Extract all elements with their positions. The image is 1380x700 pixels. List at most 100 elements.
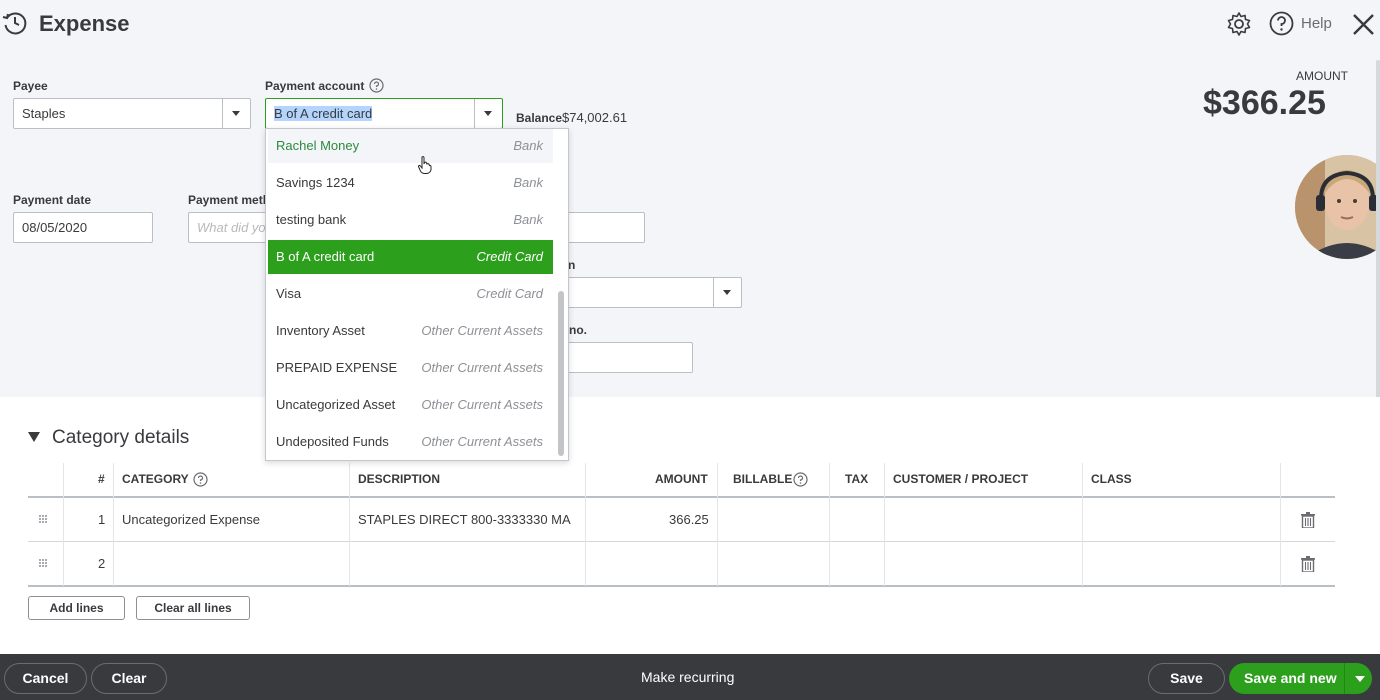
- option-name: Uncategorized Asset: [276, 397, 396, 412]
- column-header-num: #: [98, 472, 105, 486]
- payment-account-label: Payment account: [265, 79, 365, 93]
- column-header-category: CATEGORY: [122, 472, 189, 486]
- column-header-class: CLASS: [1091, 472, 1132, 486]
- page-scrollbar[interactable]: [1376, 60, 1380, 435]
- cancel-button[interactable]: Cancel: [4, 663, 87, 694]
- option-type: Credit Card: [476, 249, 543, 264]
- avatar: [1295, 155, 1380, 259]
- payment-date-value: 08/05/2020: [22, 220, 88, 235]
- option-type: Other Current Assets: [421, 360, 543, 375]
- column-divider: [829, 463, 830, 586]
- dropdown-option[interactable]: Inventory Asset Other Current Assets: [268, 314, 553, 348]
- column-divider: [63, 463, 64, 586]
- row-category[interactable]: Uncategorized Expense: [122, 512, 260, 527]
- drag-handle-icon[interactable]: [38, 558, 48, 568]
- option-type: Bank: [513, 175, 543, 190]
- location-field[interactable]: [545, 277, 742, 308]
- save-and-new-button[interactable]: Save and new: [1229, 663, 1372, 694]
- clear-button[interactable]: Clear: [91, 663, 167, 694]
- payment-account-dropdown-toggle[interactable]: [474, 99, 502, 128]
- save-button[interactable]: Save: [1148, 663, 1225, 694]
- dropdown-option[interactable]: Rachel Money Bank: [268, 129, 553, 163]
- balance-value: $74,002.61: [562, 110, 628, 125]
- column-divider: [717, 463, 718, 586]
- help-icon[interactable]: [193, 472, 208, 487]
- presenter-webcam-image: [1295, 155, 1380, 259]
- payment-account-dropdown-list: Rachel Money Bank Savings 1234 Bank test…: [265, 128, 569, 461]
- amount-label: AMOUNT: [1296, 69, 1348, 83]
- location-dropdown-toggle[interactable]: [713, 278, 741, 307]
- option-name: Inventory Asset: [276, 323, 365, 338]
- dropdown-option[interactable]: PREPAID EXPENSE Other Current Assets: [268, 351, 553, 385]
- payee-dropdown-toggle[interactable]: [222, 99, 250, 128]
- option-name: Undeposited Funds: [276, 434, 389, 449]
- column-header-amount: AMOUNT: [655, 472, 708, 486]
- clear-all-lines-button[interactable]: Clear all lines: [136, 596, 250, 620]
- help-link[interactable]: Help: [1301, 15, 1332, 32]
- table-row-divider: [28, 541, 1335, 542]
- payment-date-field[interactable]: 08/05/2020: [13, 212, 153, 243]
- dropdown-scrollbar[interactable]: [558, 291, 564, 456]
- payment-method-label: Payment meth: [188, 193, 271, 207]
- table-header-divider: [28, 496, 1335, 498]
- column-header-description: DESCRIPTION: [358, 472, 441, 486]
- column-divider: [1280, 463, 1281, 586]
- option-type: Credit Card: [476, 286, 543, 301]
- payment-account-field[interactable]: B of A credit card: [265, 98, 503, 129]
- permit-no-label-tail: no.: [569, 323, 587, 337]
- column-divider: [349, 463, 350, 586]
- option-name: Savings 1234: [276, 175, 355, 190]
- help-icon[interactable]: [1269, 11, 1294, 36]
- column-header-billable: BILLABLE: [733, 472, 793, 486]
- column-divider: [1082, 463, 1083, 586]
- option-type: Other Current Assets: [421, 434, 543, 449]
- gear-icon[interactable]: [1226, 11, 1252, 37]
- help-icon[interactable]: [793, 472, 808, 487]
- header-bar: Expense Help: [0, 0, 1380, 50]
- payee-value: Staples: [22, 106, 66, 121]
- row-number: 2: [98, 556, 106, 571]
- payment-account-value: B of A credit card: [274, 106, 373, 121]
- dropdown-option-selected[interactable]: B of A credit card Credit Card: [268, 240, 553, 274]
- dropdown-option[interactable]: Savings 1234 Bank: [268, 166, 553, 200]
- collapse-triangle-icon[interactable]: [28, 432, 40, 442]
- split-divider: [1344, 663, 1345, 694]
- dropdown-option[interactable]: Uncategorized Asset Other Current Assets: [268, 388, 553, 422]
- payee-label: Payee: [13, 79, 48, 93]
- option-type: Bank: [513, 212, 543, 227]
- row-number: 1: [98, 512, 106, 527]
- category-details-title[interactable]: Category details: [52, 427, 189, 449]
- payment-method-placeholder: What did yo: [197, 220, 266, 235]
- option-name: Rachel Money: [276, 138, 360, 153]
- row-description[interactable]: STAPLES DIRECT 800-3333330 MA: [358, 512, 571, 527]
- location-label-tail: n: [568, 258, 576, 272]
- row-amount[interactable]: 366.25: [669, 512, 709, 527]
- option-name: testing bank: [276, 212, 347, 227]
- payee-field[interactable]: Staples: [13, 98, 251, 129]
- hand-cursor-icon: [418, 156, 432, 174]
- dropdown-option[interactable]: testing bank Bank: [268, 203, 553, 237]
- option-name: Visa: [276, 286, 302, 301]
- column-divider: [884, 463, 885, 586]
- recent-transactions-icon[interactable]: [2, 10, 28, 36]
- column-divider: [113, 463, 114, 586]
- option-name: PREPAID EXPENSE: [276, 360, 398, 375]
- column-divider: [585, 463, 586, 586]
- close-icon[interactable]: [1351, 12, 1376, 37]
- chevron-down-icon: [723, 290, 731, 295]
- trash-icon[interactable]: [1301, 556, 1315, 572]
- page-title: Expense: [39, 11, 130, 36]
- dropdown-option[interactable]: Undeposited Funds Other Current Assets: [268, 425, 553, 459]
- chevron-down-icon: [232, 111, 240, 116]
- help-icon[interactable]: [369, 78, 384, 93]
- chevron-down-icon: [484, 111, 492, 116]
- save-and-new-label: Save and new: [1244, 670, 1337, 686]
- chevron-down-icon[interactable]: [1355, 676, 1365, 682]
- add-lines-button[interactable]: Add lines: [28, 596, 125, 620]
- trash-icon[interactable]: [1301, 512, 1315, 528]
- option-name: B of A credit card: [276, 249, 375, 264]
- payment-date-label: Payment date: [13, 193, 92, 207]
- make-recurring-link[interactable]: Make recurring: [641, 669, 734, 685]
- dropdown-option[interactable]: Visa Credit Card: [268, 277, 553, 311]
- drag-handle-icon[interactable]: [38, 514, 48, 524]
